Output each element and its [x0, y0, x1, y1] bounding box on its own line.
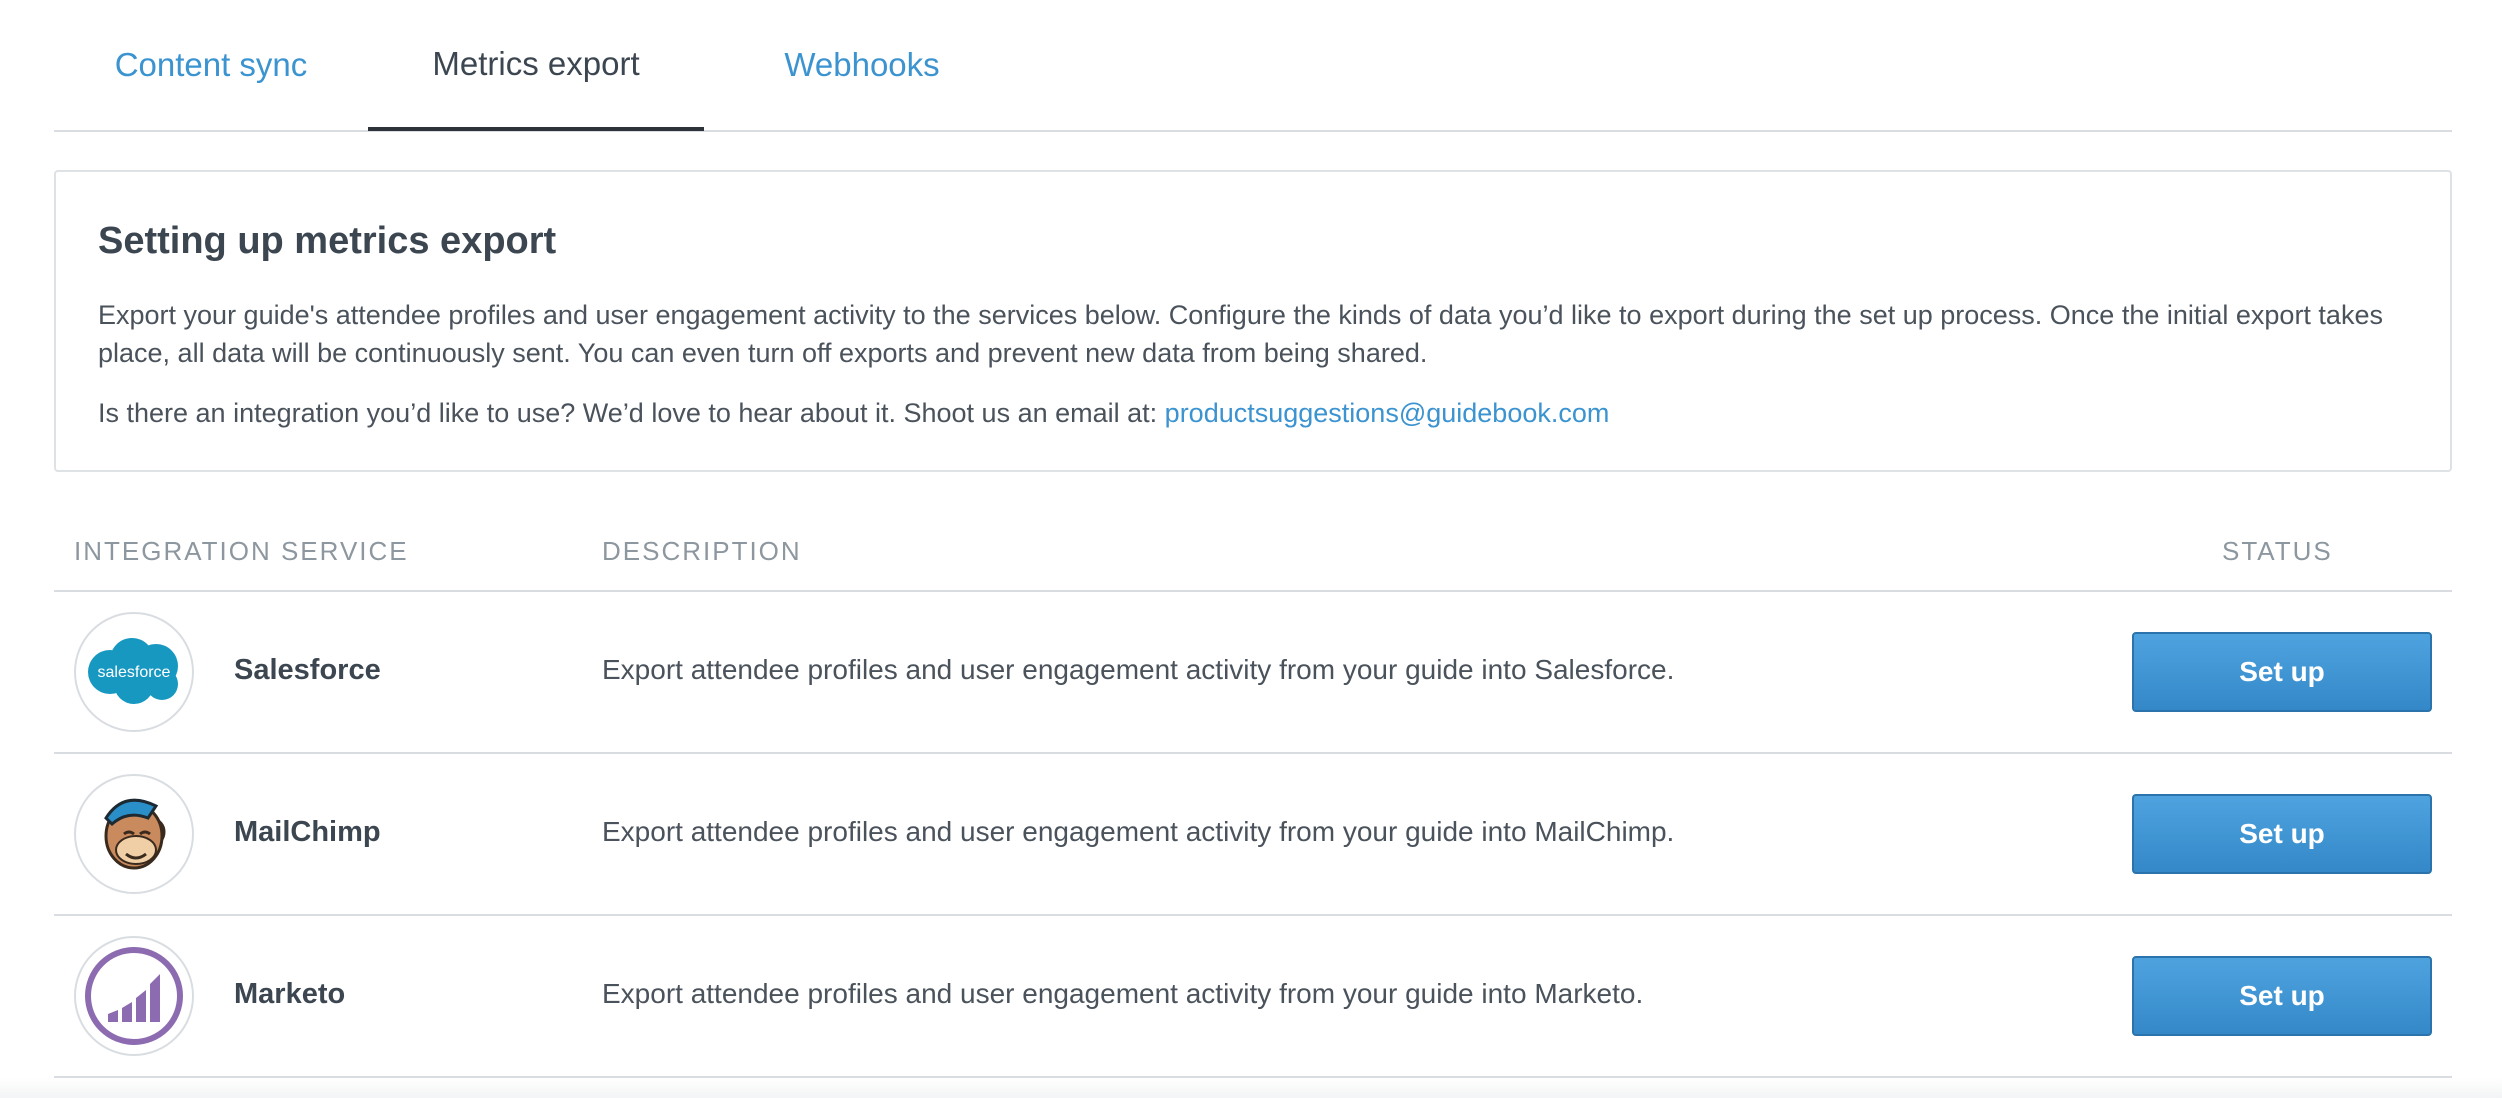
- monkey-face-icon: [104, 798, 166, 870]
- mailchimp-logo-icon: [74, 774, 194, 894]
- service-name: MailChimp: [234, 816, 381, 848]
- service-description: Export attendee profiles and user engage…: [602, 654, 1675, 685]
- tab-webhooks[interactable]: Webhooks: [704, 0, 1020, 130]
- info-title: Setting up metrics export: [98, 220, 557, 262]
- table-row-salesforce: salesforce Salesforce Export attendee pr…: [54, 592, 2452, 754]
- setup-mailchimp-button[interactable]: Set up: [2132, 794, 2432, 874]
- suggestion-email-link[interactable]: productsuggestions@guidebook.com: [1165, 398, 1610, 428]
- info-suggestion: Is there an integration you’d like to us…: [98, 394, 2418, 432]
- salesforce-cloud-icon: salesforce: [88, 638, 178, 704]
- info-suggestion-text: Is there an integration you’d like to us…: [98, 398, 1158, 428]
- service-name: Marketo: [234, 978, 346, 1010]
- bottom-shadow: [0, 1078, 2502, 1098]
- service-name: Salesforce: [234, 654, 381, 686]
- tab-bar: Content sync Metrics export Webhooks: [54, 0, 2452, 132]
- setup-salesforce-button[interactable]: Set up: [2132, 632, 2432, 712]
- info-card: Setting up metrics export Export your gu…: [54, 170, 2452, 472]
- header-description: Description: [602, 536, 802, 566]
- info-description: Export your guide's attendee profiles an…: [98, 300, 2383, 368]
- salesforce-logo-icon: salesforce: [74, 612, 194, 732]
- tab-metrics-export[interactable]: Metrics export: [368, 0, 704, 131]
- setup-marketo-button[interactable]: Set up: [2132, 956, 2432, 1036]
- header-status: Status: [2222, 536, 2333, 566]
- service-description: Export attendee profiles and user engage…: [602, 816, 1675, 847]
- tab-content-sync[interactable]: Content sync: [54, 0, 368, 130]
- table-header: Integration Service Description Status: [54, 518, 2452, 592]
- marketo-bars-icon: [85, 947, 183, 1045]
- service-description: Export attendee profiles and user engage…: [602, 978, 1644, 1009]
- metrics-export-page: Content sync Metrics export Webhooks Set…: [54, 0, 2452, 1078]
- table-row-marketo: Marketo Export attendee profiles and use…: [54, 916, 2452, 1078]
- marketo-logo-icon: [74, 936, 194, 1056]
- table-row-mailchimp: MailChimp Export attendee profiles and u…: [54, 754, 2452, 916]
- header-integration-service: Integration Service: [74, 536, 409, 566]
- svg-text:salesforce: salesforce: [98, 664, 171, 681]
